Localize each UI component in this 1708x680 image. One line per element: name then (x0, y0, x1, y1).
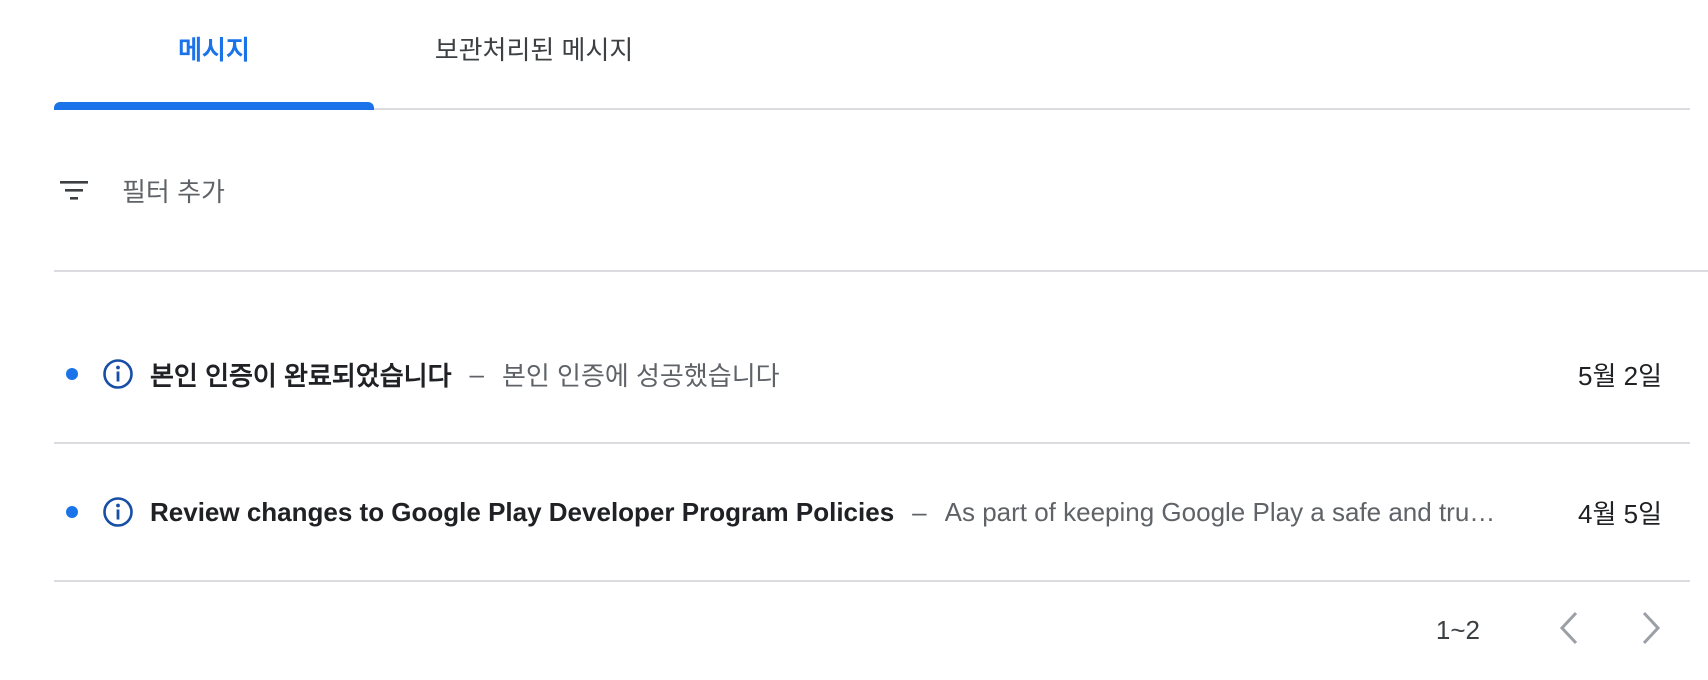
tab-messages[interactable]: 메시지 (54, 0, 374, 110)
page-range: 1~2 (1435, 615, 1480, 645)
pagination: 1~2 (0, 592, 1708, 668)
next-page-button[interactable] (1622, 602, 1678, 658)
message-row[interactable]: Review changes to Google Play Developer … (54, 444, 1690, 582)
message-title: Review changes to Google Play Developer … (150, 496, 895, 527)
chevron-right-icon (1636, 610, 1664, 651)
tab-archived-label: 보관처리된 메시지 (434, 34, 634, 65)
info-icon (102, 358, 134, 390)
message-title: 본인 인증이 완료되었습니다 (150, 360, 452, 391)
previous-page-button[interactable] (1542, 602, 1598, 658)
unread-indicator (66, 368, 78, 380)
message-separator: – (912, 496, 927, 527)
message-date: 4월 5일 (1578, 498, 1662, 529)
message-snippet: As part of keeping Google Play a safe an… (944, 496, 1502, 527)
tab-bar: 메시지 보관처리된 메시지 (54, 0, 1690, 110)
tab-archived-messages[interactable]: 보관처리된 메시지 (374, 0, 694, 108)
message-snippet: 본인 인증에 성공했습니다 (501, 360, 780, 391)
unread-indicator (66, 506, 78, 518)
add-filter-input[interactable]: 필터 추가 (122, 172, 225, 209)
message-list: 본인 인증이 완료되었습니다 – 본인 인증에 성공했습니다 5월 2일 Rev… (54, 306, 1690, 582)
message-separator: – (469, 358, 484, 389)
active-tab-indicator (54, 102, 374, 110)
message-date: 5월 2일 (1578, 360, 1662, 391)
tab-messages-label: 메시지 (178, 34, 250, 65)
info-icon (102, 496, 134, 528)
message-row[interactable]: 본인 인증이 완료되었습니다 – 본인 인증에 성공했습니다 5월 2일 (54, 306, 1690, 444)
filter-bar: 필터 추가 (54, 110, 1708, 272)
chevron-left-icon (1556, 610, 1584, 651)
filter-list-icon[interactable] (56, 172, 92, 208)
